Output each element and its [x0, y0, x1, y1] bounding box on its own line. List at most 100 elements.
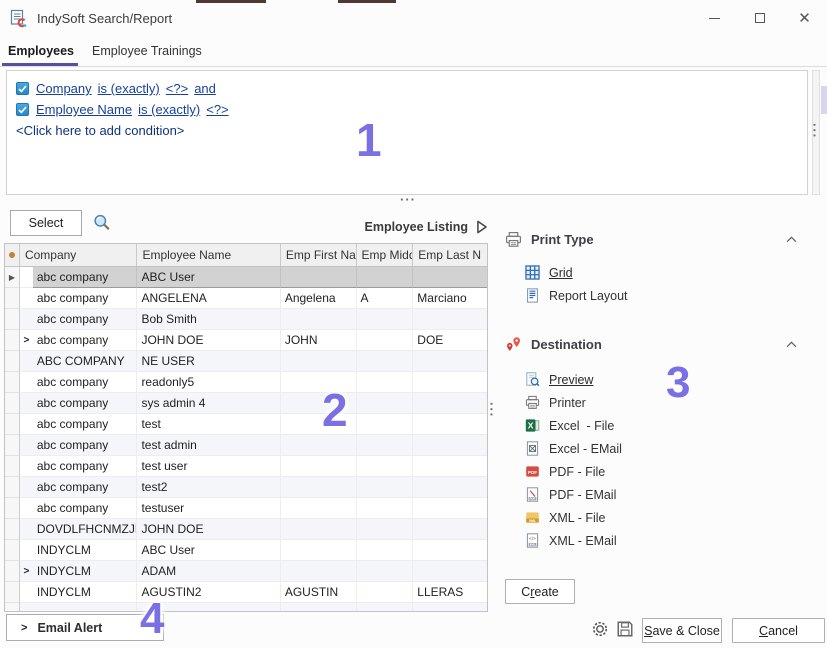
print-type-item-label: Grid: [549, 266, 573, 280]
row-indicator-header: [5, 244, 20, 266]
destination-item-label: PDF - File: [549, 465, 605, 479]
tab-employee-trainings[interactable]: Employee Trainings: [84, 40, 212, 66]
table-row[interactable]: abc companytest admin: [5, 435, 487, 456]
cell-company: INDYCLM: [33, 561, 138, 582]
row-expand-cell: [20, 456, 33, 477]
row-expand-cell: [20, 267, 33, 288]
splitter-handle-horizontal[interactable]: ···: [400, 197, 416, 203]
table-row[interactable]: >abc companyJOHN DOEJOHNDOE: [5, 330, 487, 351]
maximize-button[interactable]: [737, 3, 782, 33]
cell-company: abc company: [33, 456, 138, 477]
minimize-button[interactable]: [692, 3, 737, 33]
row-expand-cell: [20, 477, 33, 498]
tab-employees[interactable]: Employees: [0, 40, 84, 66]
table-row[interactable]: INDYCLMABC User: [5, 540, 487, 561]
row-indicator-cell: [5, 288, 20, 309]
cell-mid: [357, 435, 414, 456]
cell-last: [413, 456, 487, 477]
run-listing-icon[interactable]: [476, 220, 488, 234]
destination-section-header[interactable]: Destination: [505, 333, 805, 355]
condition-checkbox[interactable]: [16, 82, 29, 95]
destination-preview[interactable]: Preview: [505, 368, 805, 391]
indysoft-search-report-window: IndySoft Search/Report ✕ Employees Emplo…: [0, 0, 827, 648]
cell-last: [413, 351, 487, 372]
add-condition-link[interactable]: <Click here to add condition>: [16, 120, 798, 141]
print-type-section-header[interactable]: Print Type: [505, 228, 805, 250]
condition-value[interactable]: <?>: [206, 102, 228, 117]
collapse-chevron-icon[interactable]: [786, 236, 797, 243]
table-row[interactable]: DOVDLFHCNMZJBIJOHN DOE: [5, 519, 487, 540]
panel-splitter-handle[interactable]: ···: [488, 402, 494, 418]
create-button[interactable]: Create: [505, 579, 575, 604]
cell-mid: [357, 372, 414, 393]
column-header-emp-last-name[interactable]: Emp Last N: [413, 244, 487, 266]
cell-last: [413, 519, 487, 540]
column-header-company[interactable]: Company: [20, 244, 138, 266]
condition-operator[interactable]: is (exactly): [98, 81, 160, 96]
column-header-emp-middle[interactable]: Emp Midd: [357, 244, 414, 266]
cell-first: JOHN: [281, 330, 357, 351]
destination-xml-file[interactable]: XMLXML - File: [505, 506, 805, 529]
close-button[interactable]: ✕: [782, 3, 827, 33]
table-row[interactable]: ABC COMPANYNE USER: [5, 351, 487, 372]
destination-printer[interactable]: Printer: [505, 391, 805, 414]
table-row[interactable]: [5, 603, 487, 612]
table-row[interactable]: abc companytest: [5, 414, 487, 435]
email-alert-expander[interactable]: > Email Alert: [6, 614, 164, 641]
table-row[interactable]: abc companysys admin 4: [5, 393, 487, 414]
table-row[interactable]: abc companytest user: [5, 456, 487, 477]
cell-first: [281, 603, 357, 612]
select-button[interactable]: Select: [10, 210, 82, 236]
cell-mid: A: [357, 288, 414, 309]
column-header-employee-name[interactable]: Employee Name: [137, 244, 280, 266]
cell-company: abc company: [33, 435, 138, 456]
destination-pdf-file[interactable]: PDFPDF - File: [505, 460, 805, 483]
cell-name: testuser: [137, 498, 280, 519]
chevron-right-icon: >: [21, 622, 27, 634]
maximize-icon: [755, 13, 765, 23]
output-options-panel: Print Type Grid Report Layout Destination…: [505, 222, 805, 552]
splitter-handle-vertical[interactable]: ···: [811, 123, 817, 139]
destination-xml-email[interactable]: </>XMLXML - EMail: [505, 529, 805, 552]
settings-gear-icon[interactable]: [591, 620, 609, 638]
save-disk-icon[interactable]: [616, 620, 634, 638]
expand-row-icon[interactable]: >: [20, 330, 33, 351]
cell-mid: [357, 414, 414, 435]
expand-row-icon[interactable]: >: [20, 561, 33, 582]
cell-first: [281, 351, 357, 372]
destination-excel-email[interactable]: Excel - EMail: [505, 437, 805, 460]
table-row[interactable]: abc companyBob Smith: [5, 309, 487, 330]
row-indicator-cell: [5, 456, 20, 477]
print-type-grid[interactable]: Grid: [505, 261, 805, 284]
table-row[interactable]: abc companyANGELENAAngelenaAMarciano: [5, 288, 487, 309]
table-row[interactable]: abc companytestuser: [5, 498, 487, 519]
cell-last: Marciano: [413, 288, 487, 309]
table-row[interactable]: abc companytest2: [5, 477, 487, 498]
scrollbar-remnant: [821, 86, 827, 114]
cell-company: [33, 603, 138, 612]
condition-value[interactable]: <?>: [166, 81, 188, 96]
condition-field[interactable]: Company: [36, 81, 92, 96]
condition-field[interactable]: Employee Name: [36, 102, 132, 117]
window-title: IndySoft Search/Report: [37, 11, 172, 26]
table-row[interactable]: ▶abc companyABC User: [5, 267, 487, 288]
search-icon[interactable]: [92, 213, 112, 233]
cell-name: NE USER: [137, 351, 280, 372]
destination-pdf-email[interactable]: PDFPDF - EMail: [505, 483, 805, 506]
cell-mid: [357, 330, 414, 351]
table-row[interactable]: abc companyreadonly5: [5, 372, 487, 393]
employee-listing-label: Employee Listing: [365, 220, 469, 234]
cancel-button[interactable]: Cancel: [732, 618, 825, 643]
cell-last: [413, 393, 487, 414]
save-and-close-button[interactable]: Save & Close: [642, 618, 722, 643]
print-type-report-layout[interactable]: Report Layout: [505, 284, 805, 307]
table-row[interactable]: INDYCLMAGUSTIN2AGUSTINLLERAS: [5, 582, 487, 603]
column-header-emp-first-name[interactable]: Emp First Nai: [281, 244, 357, 266]
table-row[interactable]: >INDYCLMADAM: [5, 561, 487, 582]
condition-row: Company is (exactly) <?> and: [16, 78, 798, 99]
condition-operator[interactable]: is (exactly): [138, 102, 200, 117]
collapse-chevron-icon[interactable]: [786, 341, 797, 348]
destination-excel-file[interactable]: XExcel - File: [505, 414, 805, 437]
condition-join[interactable]: and: [194, 81, 216, 96]
condition-checkbox[interactable]: [16, 103, 29, 116]
